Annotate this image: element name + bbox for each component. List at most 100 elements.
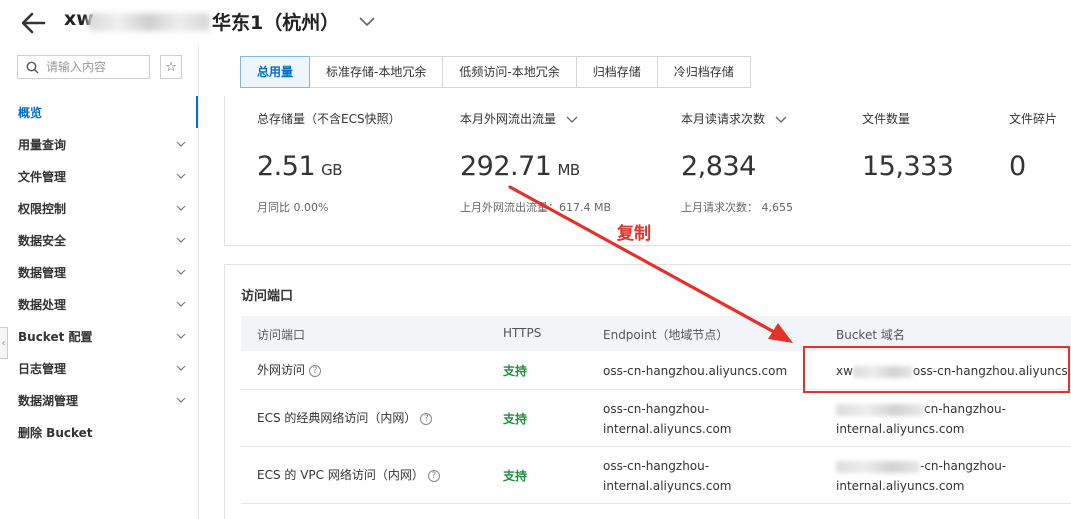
endpoint-value[interactable]: oss-cn-hangzhou.aliyuncs.com (603, 361, 787, 381)
https-support: 支持 (503, 469, 528, 483)
region-title: 华东1（杭州） (212, 12, 340, 34)
chevron-down-icon[interactable] (566, 116, 578, 124)
stat-number: 292.71 (460, 151, 552, 182)
sidebar-item-data-lake[interactable]: 数据湖管理 (0, 384, 198, 416)
storage-class-tabs: 总用量 标准存储-本地冗余 低频访问-本地冗余 归档存储 冷归档存储 (240, 56, 751, 88)
stat-number: 2.51 (257, 151, 316, 182)
column-header: Endpoint（地域节点） (603, 328, 729, 342)
page-header: xw 华东1（杭州） (0, 0, 1071, 46)
sidebar-item-label: 数据管理 (18, 266, 67, 280)
sidebar: ☆ 概览 用量查询 文件管理 权限控制 数据安全 数据管理 数据处理 Bucke… (0, 46, 199, 519)
sidebar-item-bucket-config[interactable]: Bucket 配置 (0, 320, 198, 352)
sidebar-collapse-handle[interactable]: ‹ (0, 327, 8, 359)
stat-value: 2,834 (681, 151, 756, 182)
endpoint-name-text: ECS 的经典网络访问（内网） (257, 411, 417, 425)
annotation-label: 复制 (617, 224, 651, 244)
tab-standard-lrs[interactable]: 标准存储-本地冗余 (310, 57, 444, 87)
stat-value: 2.51 GB (257, 151, 343, 182)
endpoint-value[interactable]: oss-cn-hangzhou-internal.aliyuncs.com (603, 399, 731, 439)
column-header: HTTPS (503, 326, 542, 340)
endpoint-name: ECS 的 VPC 网络访问（内网）? (257, 465, 440, 485)
chevron-down-icon (176, 333, 186, 339)
annotation-highlight-box (803, 346, 1070, 393)
endpoint-name-text: 外网访问 (257, 363, 306, 377)
sidebar-item-permissions[interactable]: 权限控制 (0, 192, 198, 224)
sidebar-item-usage[interactable]: 用量查询 (0, 128, 198, 160)
stat-label: 本月外网流出流量 (460, 110, 578, 127)
chevron-down-icon (176, 365, 186, 371)
help-icon[interactable]: ? (309, 364, 322, 377)
stat-subtext: 上月请求次数： 4,655 (681, 201, 793, 214)
endpoint-name: ECS 的经典网络访问（内网）? (257, 408, 433, 428)
chevron-down-icon (176, 237, 186, 243)
stat-unit: GB (321, 161, 343, 179)
section-title: 访问端口 (241, 289, 294, 304)
sidebar-item-data-management[interactable]: 数据管理 (0, 256, 198, 288)
search-icon (26, 61, 39, 74)
sidebar-item-label: 文件管理 (18, 170, 67, 184)
bucket-line-2: internal.aliyuncs.com (836, 479, 965, 493)
search-input[interactable] (46, 58, 146, 76)
table-row: ECS 的经典网络访问（内网）? 支持 oss-cn-hangzhou-inte… (241, 390, 1071, 447)
column-header: 访问端口 (257, 328, 306, 342)
endpoint-line-1: oss-cn-hangzhou- (603, 459, 710, 473)
stat-value: 0 (1009, 151, 1026, 182)
bucket-line-2: internal.aliyuncs.com (836, 422, 965, 436)
sidebar-item-label: 权限控制 (18, 202, 67, 216)
redacted-text (836, 460, 920, 473)
bucket-line-1: cn-hangzhou- (924, 402, 1006, 416)
chevron-down-icon (176, 397, 186, 403)
bucket-domain[interactable]: cn-hangzhou-internal.aliyuncs.com (836, 399, 1006, 439)
tab-archive[interactable]: 归档存储 (576, 57, 658, 87)
endpoint-line-2: internal.aliyuncs.com (603, 422, 732, 436)
endpoint-line-2: internal.aliyuncs.com (603, 479, 732, 493)
endpoint-value[interactable]: oss-cn-hangzhou-internal.aliyuncs.com (603, 456, 731, 496)
sidebar-item-label: 数据处理 (18, 298, 67, 312)
stat-label: 文件数量 (862, 112, 911, 126)
favorite-star-button[interactable]: ☆ (160, 55, 182, 79)
sidebar-item-files[interactable]: 文件管理 (0, 160, 198, 192)
help-icon[interactable]: ? (420, 412, 433, 425)
stat-label-text: 本月外网流出流量 (460, 112, 557, 126)
https-support: 支持 (503, 364, 528, 378)
sidebar-item-data-processing[interactable]: 数据处理 (0, 288, 198, 320)
https-support: 支持 (503, 412, 528, 426)
bucket-domain[interactable]: -cn-hangzhou-internal.aliyuncs.com (836, 456, 1006, 496)
sidebar-item-label: 删除 Bucket (18, 426, 93, 440)
column-header: Bucket 域名 (836, 328, 905, 342)
stat-label: 本月读请求次数 (681, 110, 787, 127)
sidebar-item-label: 数据湖管理 (18, 394, 79, 408)
sidebar-item-label: 用量查询 (18, 138, 67, 152)
stat-subtext: 上月外网流出流量：617.4 MB (460, 201, 612, 214)
bucket-line-1: -cn-hangzhou- (920, 459, 1007, 473)
chevron-down-icon[interactable] (358, 14, 376, 28)
tab-cold-archive[interactable]: 冷归档存储 (657, 57, 750, 87)
chevron-down-icon (176, 301, 186, 307)
stat-subtext: 月同比 0.00% (257, 201, 329, 214)
tab-ia-lrs[interactable]: 低频访问-本地冗余 (443, 57, 577, 87)
sidebar-item-label: 数据安全 (18, 234, 67, 248)
chevron-down-icon (176, 141, 186, 147)
chevron-down-icon (176, 269, 186, 275)
help-icon[interactable]: ? (427, 469, 440, 482)
endpoint-name-text: ECS 的 VPC 网络访问（内网） (257, 468, 424, 482)
stat-value: 292.71 MB (460, 151, 580, 182)
stat-label: 文件碎片 (1009, 112, 1058, 126)
sidebar-item-label: Bucket 配置 (18, 330, 93, 344)
redacted-bucket-name (88, 13, 210, 31)
stat-unit: MB (557, 161, 580, 179)
sidebar-item-delete-bucket[interactable]: 删除 Bucket (0, 416, 198, 448)
back-arrow-icon[interactable] (18, 10, 48, 36)
sidebar-item-label: 概览 (18, 106, 43, 120)
tab-total-usage[interactable]: 总用量 (240, 56, 311, 88)
chevron-down-icon (176, 173, 186, 179)
stat-label: 总存储量（不含ECS快照） (257, 112, 401, 126)
chevron-down-icon[interactable] (775, 116, 787, 124)
endpoint-line-1: oss-cn-hangzhou- (603, 402, 710, 416)
sidebar-item-overview[interactable]: 概览 (0, 96, 198, 128)
sidebar-item-logs[interactable]: 日志管理 (0, 352, 198, 384)
sidebar-item-data-security[interactable]: 数据安全 (0, 224, 198, 256)
endpoint-name: 外网访问? (257, 360, 322, 380)
table-row: ECS 的 VPC 网络访问（内网）? 支持 oss-cn-hangzhou-i… (241, 447, 1071, 504)
sidebar-item-label: 日志管理 (18, 362, 67, 376)
